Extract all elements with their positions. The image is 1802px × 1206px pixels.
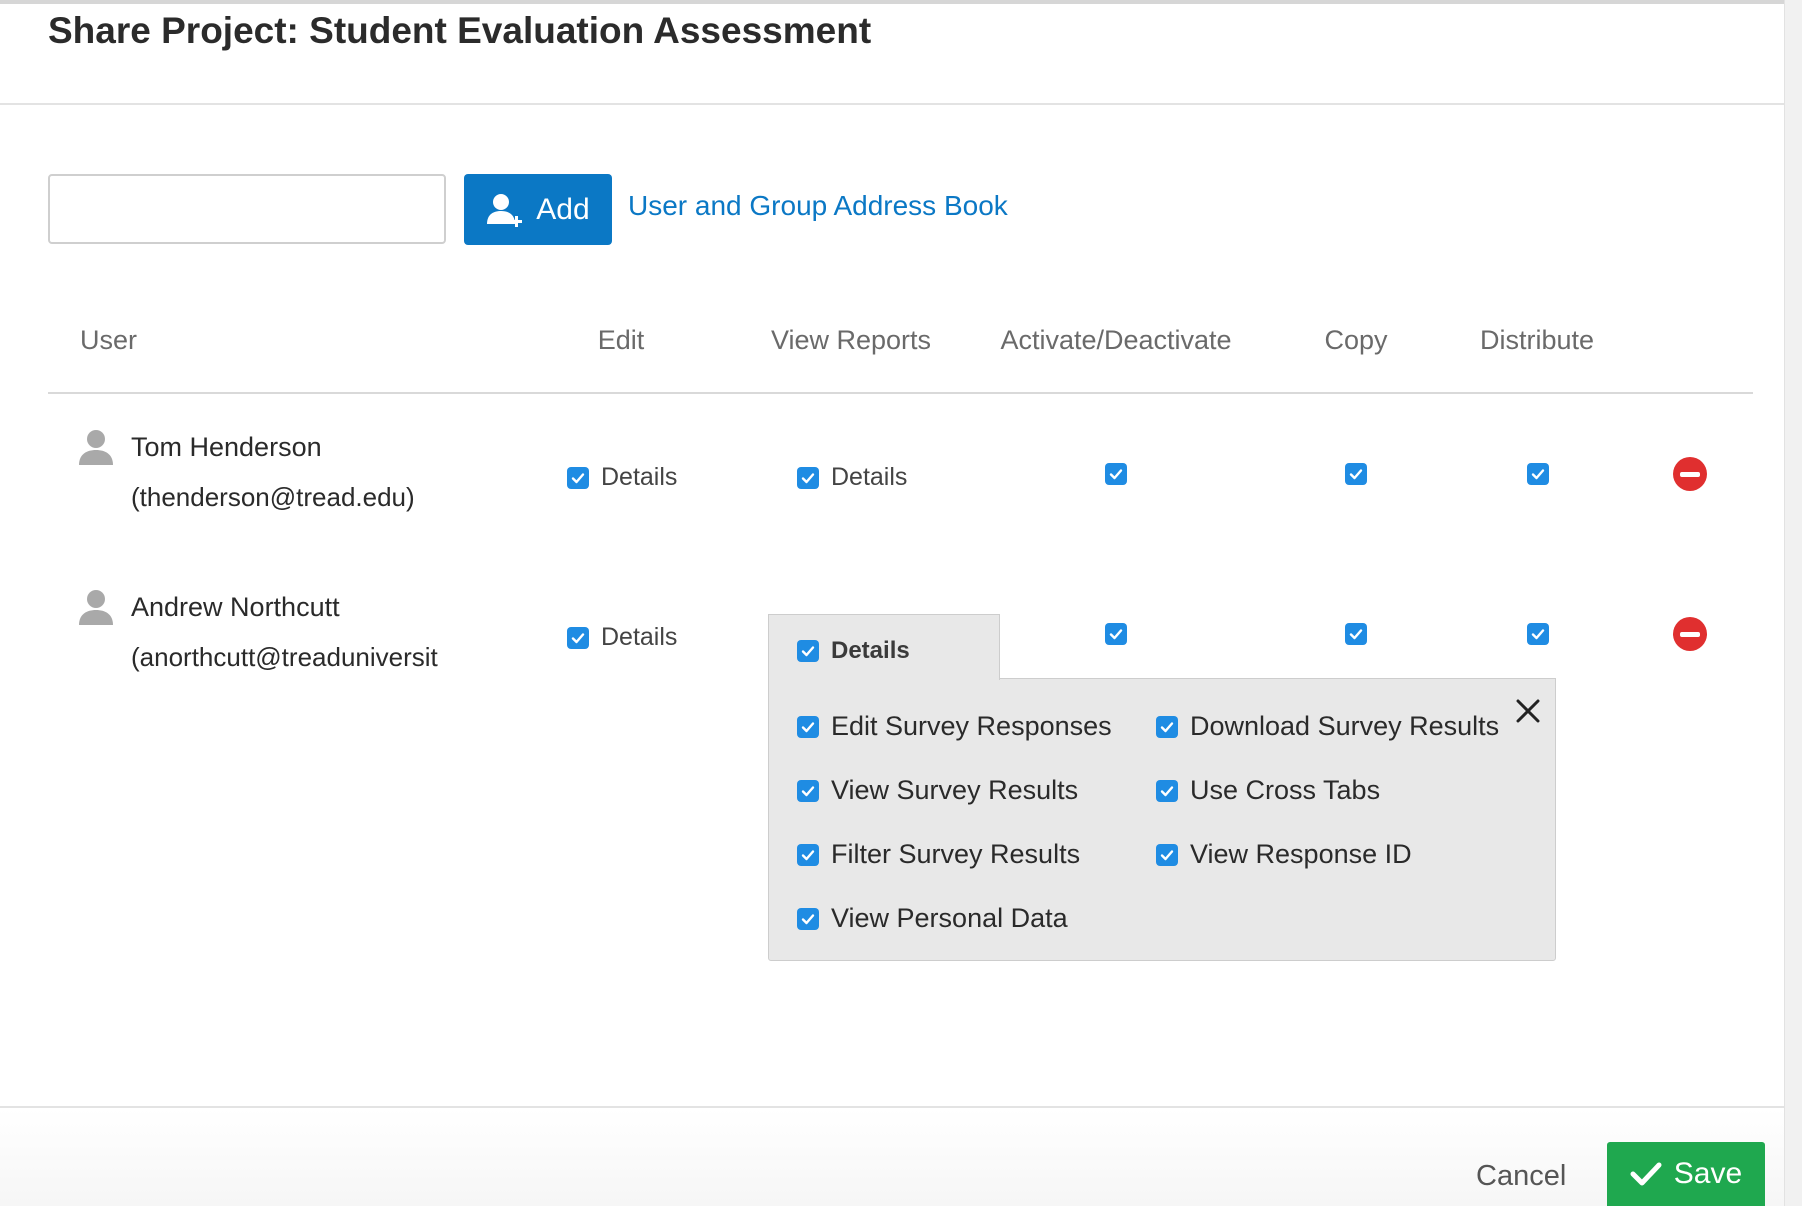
check-icon bbox=[801, 785, 815, 796]
check-icon bbox=[1160, 785, 1174, 796]
dialog-title: Share Project: Student Evaluation Assess… bbox=[48, 10, 872, 51]
popover-tab-joint bbox=[769, 674, 999, 682]
column-header-activate-deactivate: Activate/Deactivate bbox=[1000, 325, 1232, 355]
column-header-user: User bbox=[80, 325, 138, 355]
option-edit-survey-responses[interactable]: Edit Survey Responses bbox=[797, 711, 1112, 742]
check-icon bbox=[1109, 469, 1123, 480]
column-header-distribute: Distribute bbox=[1479, 325, 1595, 355]
check-icon bbox=[801, 646, 815, 657]
column-header-view-reports: View Reports bbox=[770, 325, 932, 355]
add-button-label: Add bbox=[536, 192, 590, 226]
view-reports-details-link[interactable]: Details bbox=[831, 463, 907, 492]
save-button[interactable]: Save bbox=[1607, 1142, 1765, 1206]
edit-checkbox[interactable] bbox=[567, 626, 589, 649]
check-icon bbox=[801, 721, 815, 732]
user-email: (anorthcutt@treaduniversit bbox=[131, 642, 438, 672]
copy-checkbox[interactable] bbox=[1345, 463, 1367, 485]
option-label: Use Cross Tabs bbox=[1190, 775, 1381, 805]
option-view-personal-data[interactable]: View Personal Data bbox=[797, 903, 1068, 934]
option-view-response-id[interactable]: View Response ID bbox=[1156, 839, 1412, 870]
scrollbar-track[interactable] bbox=[1784, 0, 1802, 1206]
cancel-button[interactable]: Cancel bbox=[1476, 1160, 1566, 1193]
activate-checkbox[interactable] bbox=[1105, 623, 1127, 645]
edit-permission[interactable]: Details bbox=[567, 463, 677, 492]
option-download-survey-results[interactable]: Download Survey Results bbox=[1156, 711, 1499, 742]
table-header-divider bbox=[48, 392, 1753, 394]
option-checkbox[interactable] bbox=[1156, 779, 1178, 802]
check-icon bbox=[1531, 469, 1545, 480]
check-icon bbox=[571, 472, 585, 483]
distribute-checkbox[interactable] bbox=[1527, 623, 1549, 645]
check-icon bbox=[571, 632, 585, 643]
edit-permission[interactable]: Details bbox=[567, 623, 677, 652]
user-name: Andrew Northcutt bbox=[131, 592, 340, 622]
user-avatar-icon bbox=[79, 430, 113, 465]
option-filter-survey-results[interactable]: Filter Survey Results bbox=[797, 839, 1080, 870]
check-icon bbox=[801, 472, 815, 483]
option-label: View Personal Data bbox=[831, 903, 1068, 933]
view-reports-checkbox[interactable] bbox=[797, 466, 819, 489]
remove-user-icon[interactable] bbox=[1673, 617, 1707, 651]
option-label: Edit Survey Responses bbox=[831, 711, 1112, 741]
user-name: Tom Henderson bbox=[131, 432, 322, 462]
column-header-copy: Copy bbox=[1324, 325, 1388, 355]
option-checkbox[interactable] bbox=[797, 715, 819, 738]
check-icon bbox=[1531, 629, 1545, 640]
option-label: Download Survey Results bbox=[1190, 711, 1500, 741]
view-reports-permission[interactable]: Details bbox=[797, 463, 907, 492]
option-label: View Survey Results bbox=[831, 775, 1079, 805]
user-avatar-icon bbox=[79, 590, 113, 625]
address-book-link[interactable]: User and Group Address Book bbox=[628, 190, 1008, 222]
view-reports-checkbox[interactable] bbox=[797, 640, 819, 662]
option-use-cross-tabs[interactable]: Use Cross Tabs bbox=[1156, 775, 1380, 806]
user-email: (thenderson@tread.edu) bbox=[131, 482, 415, 512]
option-checkbox[interactable] bbox=[797, 907, 819, 930]
window-top-border bbox=[0, 0, 1802, 4]
option-label: Filter Survey Results bbox=[831, 839, 1081, 869]
check-icon bbox=[1109, 629, 1123, 640]
view-reports-details-toggle[interactable]: Details bbox=[797, 637, 910, 665]
user-search-input[interactable] bbox=[48, 174, 446, 244]
check-icon bbox=[1349, 629, 1363, 640]
option-checkbox[interactable] bbox=[1156, 715, 1178, 738]
add-user-icon bbox=[487, 193, 523, 227]
edit-details-link[interactable]: Details bbox=[601, 623, 677, 652]
remove-user-icon[interactable] bbox=[1673, 457, 1707, 491]
option-view-survey-results[interactable]: View Survey Results bbox=[797, 775, 1078, 806]
edit-checkbox[interactable] bbox=[567, 466, 589, 489]
check-icon bbox=[1160, 721, 1174, 732]
check-icon bbox=[1349, 469, 1363, 480]
distribute-checkbox[interactable] bbox=[1527, 463, 1549, 485]
checkmark-icon bbox=[1630, 1162, 1662, 1186]
option-checkbox[interactable] bbox=[797, 843, 819, 866]
check-icon bbox=[1160, 849, 1174, 860]
save-button-label: Save bbox=[1673, 1157, 1743, 1190]
details-popover-title: Details bbox=[831, 637, 910, 664]
option-label: View Response ID bbox=[1190, 839, 1412, 869]
close-icon[interactable] bbox=[1514, 697, 1542, 725]
check-icon bbox=[801, 849, 815, 860]
option-checkbox[interactable] bbox=[797, 779, 819, 802]
copy-checkbox[interactable] bbox=[1345, 623, 1367, 645]
activate-checkbox[interactable] bbox=[1105, 463, 1127, 485]
check-icon bbox=[801, 913, 815, 924]
column-header-edit: Edit bbox=[597, 325, 645, 355]
header-divider bbox=[0, 103, 1784, 105]
edit-details-link[interactable]: Details bbox=[601, 463, 677, 492]
option-checkbox[interactable] bbox=[1156, 843, 1178, 866]
add-button[interactable]: Add bbox=[464, 174, 612, 245]
